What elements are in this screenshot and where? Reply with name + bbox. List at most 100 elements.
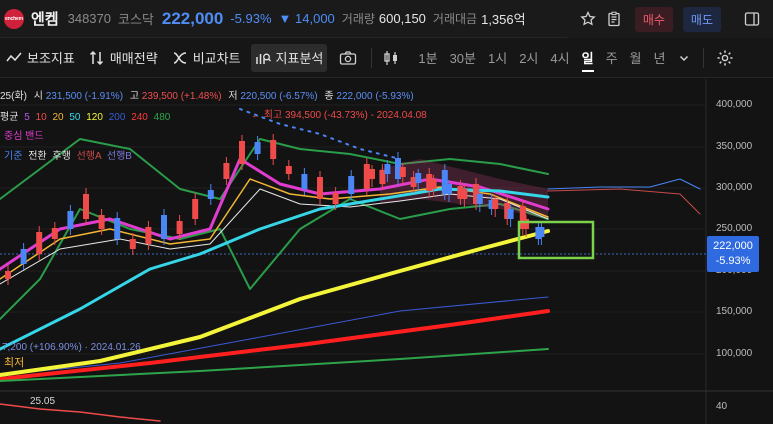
chart-canvas[interactable]: [0, 79, 773, 424]
panel-toggle-icon[interactable]: [739, 6, 765, 32]
low-annotation: 7,200 (+106.90%) · 2024.01.26: [2, 342, 141, 353]
candle-body: [476, 194, 483, 204]
axis-tick: 350,000: [716, 141, 753, 152]
strategy-icon: [89, 50, 103, 65]
ichimoku-conversion: 전환: [28, 151, 47, 162]
span-a-line: [547, 188, 701, 215]
chart-toolbar: 보조지표 매매전략 비교차트 지표분석 1분 30분 1시 2시 4시 일 주 …: [0, 38, 773, 78]
toolbar-divider: [371, 47, 373, 68]
period-month[interactable]: 월: [624, 44, 648, 72]
buy-button[interactable]: 매수: [634, 6, 673, 32]
candle-body: [369, 169, 375, 179]
ma120-line: [0, 229, 550, 377]
price-chart[interactable]: 25(화) 시 231,500 (-1.91%) 고 239,500 (+1.4…: [0, 79, 773, 424]
tool-label: 보조지표: [27, 51, 75, 66]
candle-body: [332, 193, 339, 204]
axis-tick: 300,000: [716, 182, 753, 193]
candle-body: [538, 227, 545, 237]
candle-type-icon[interactable]: [378, 45, 404, 71]
period-4hour[interactable]: 4시: [544, 44, 575, 72]
sub-indicator-line: [0, 403, 161, 422]
ma-200: 200: [108, 112, 126, 123]
current-price: 222,000: [161, 8, 224, 28]
candle-body: [430, 179, 437, 189]
candle-body: [114, 218, 121, 239]
open-value: 231,500 (-1.91%): [45, 91, 124, 102]
candle-body: [129, 239, 136, 249]
ma-480: 480: [153, 112, 171, 123]
bollinger-legend: 중심 밴드: [4, 131, 44, 142]
axis-tick: 250,000: [716, 223, 753, 234]
period-30min[interactable]: 30분: [444, 44, 482, 72]
candle-body: [176, 221, 183, 234]
candle-body: [317, 177, 323, 199]
current-price-tag: 222,000 -5.93%: [707, 236, 759, 272]
period-week[interactable]: 주: [600, 44, 624, 72]
low-label: 저: [228, 91, 238, 102]
axis-tick: 150,000: [716, 306, 753, 317]
chevron-down-icon[interactable]: [671, 45, 697, 71]
indicator-tool-button[interactable]: 보조지표: [2, 44, 79, 72]
highlight-box: [517, 220, 595, 260]
candle-body: [384, 164, 391, 174]
tag-rate: -5.93%: [715, 255, 751, 267]
amount-value: 1,356억: [481, 12, 526, 27]
legend-date: 25(화): [0, 91, 27, 102]
market-name: 코스닥: [118, 12, 154, 27]
bollinger-lower: [0, 198, 549, 320]
candle-body: [492, 199, 499, 209]
period-1hour[interactable]: 1시: [482, 44, 513, 72]
memo-icon[interactable]: [601, 6, 627, 32]
period-day[interactable]: 일: [576, 44, 600, 72]
header-actions: 매수 매도: [566, 0, 773, 38]
axis-tick: 100,000: [716, 348, 753, 359]
ma-50: 50: [69, 112, 81, 123]
ma-120: 120: [86, 112, 103, 123]
stock-name: 엔켐: [31, 11, 59, 28]
candle-body: [507, 209, 514, 219]
candle-body: [523, 219, 529, 229]
candle-body: [223, 163, 230, 179]
compare-tool-button[interactable]: 비교차트: [168, 44, 245, 72]
tag-price: 222,000: [713, 240, 753, 252]
tool-label: 비교차트: [192, 51, 241, 66]
gear-icon[interactable]: [712, 45, 738, 71]
candle-body: [145, 227, 152, 244]
ma-10: 10: [35, 112, 47, 123]
amount-label: 거래대금: [432, 12, 478, 26]
candle-body: [363, 164, 370, 189]
analysis-icon: [255, 53, 271, 64]
low-value: 220,500 (-6.57%): [240, 91, 318, 102]
high-label: 고: [129, 91, 140, 102]
sell-button[interactable]: 매도: [682, 6, 721, 32]
strategy-tool-button[interactable]: 매매전략: [85, 44, 162, 72]
candle-body: [399, 167, 406, 177]
ma50-line: [0, 187, 550, 351]
ichimoku-legend: 기준 전환 후행 선행A 선행B: [4, 147, 132, 162]
ma-legend: 평균 5 10 20 50 120 200 240 480: [0, 108, 170, 123]
ma-label: 평균: [0, 112, 19, 123]
candle-body: [20, 249, 27, 264]
period-1min[interactable]: 1분: [412, 44, 443, 72]
candle-body: [415, 173, 422, 183]
candle-body: [461, 189, 468, 199]
ichimoku-lagging: 후행: [52, 151, 71, 162]
ichimoku-span-b: 선행B: [106, 151, 132, 162]
candle-body: [192, 199, 199, 219]
compare-icon: [173, 51, 186, 64]
close-label: 종: [324, 91, 334, 102]
close-value: 222,000 (-5.93%): [336, 91, 414, 102]
camera-icon[interactable]: [335, 45, 361, 71]
candle-body: [83, 194, 89, 219]
candle-body: [270, 140, 277, 159]
period-2hour[interactable]: 2시: [513, 44, 544, 72]
period-year[interactable]: 년: [648, 44, 672, 72]
candle-body: [285, 166, 292, 174]
ohlc-legend: 25(화) 시 231,500 (-1.91%) 고 239,500 (+1.4…: [0, 87, 414, 102]
volume-label: 거래량: [341, 12, 375, 26]
stock-header: enchem 엔켐 348370 코스닥 222,000 -5.93% ▼ 14…: [0, 0, 773, 38]
candle-body: [51, 228, 58, 239]
star-icon[interactable]: [575, 6, 601, 32]
analysis-tool-button[interactable]: 지표분석: [250, 43, 328, 72]
tool-label: 지표분석: [275, 51, 324, 66]
